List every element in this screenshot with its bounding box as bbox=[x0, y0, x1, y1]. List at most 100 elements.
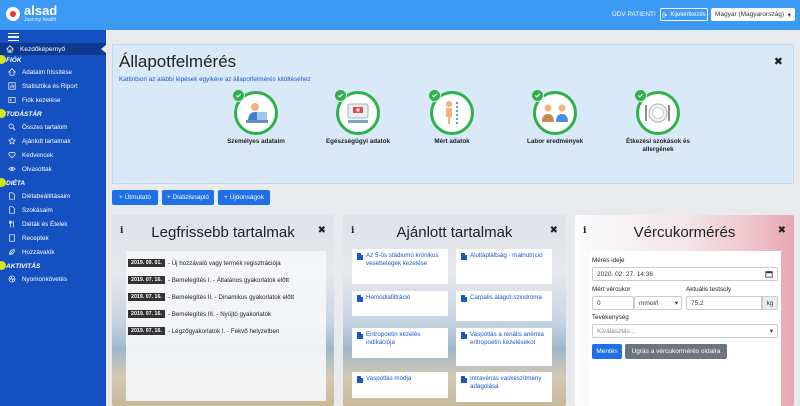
home-icon bbox=[5, 45, 15, 53]
leaf-icon bbox=[8, 248, 16, 256]
recommended-item[interactable]: Intravénás vaskészítmény adagolása bbox=[456, 372, 552, 402]
step-measured-data[interactable]: Mért adatok bbox=[407, 89, 497, 146]
check-icon bbox=[531, 89, 544, 102]
close-icon[interactable]: ✖ bbox=[778, 225, 786, 236]
top-bar: alsad Just my health ÜDV PATIENT! Kijele… bbox=[0, 0, 800, 30]
recommended-item[interactable]: Hemodiafiltráció bbox=[352, 291, 448, 316]
chevron-down-icon: ▾ bbox=[769, 328, 773, 335]
step-lab-results[interactable]: Labor eredmények bbox=[510, 89, 600, 146]
sidebar-item-home[interactable]: Kezdőképernyő bbox=[0, 43, 106, 55]
news-button[interactable]: + Újdonságok bbox=[218, 190, 270, 205]
chart-icon bbox=[8, 82, 16, 90]
personal-data-icon bbox=[246, 103, 268, 123]
guide-button[interactable]: + Útmutató bbox=[112, 190, 158, 205]
sidebar-item-all-content[interactable]: Összes tartalom bbox=[0, 121, 106, 133]
check-icon bbox=[634, 89, 647, 102]
language-select[interactable]: Magyar (Magyarország) ▾ bbox=[711, 8, 795, 21]
list-item[interactable]: 2019. 07. 16. - Bemelegítés III. - Nyújt… bbox=[126, 306, 326, 322]
logo-name: alsad bbox=[24, 3, 58, 18]
goto-glucose-page-button[interactable]: Ugrás a vércukormérés oldalra bbox=[625, 344, 727, 359]
document-icon bbox=[461, 376, 467, 383]
hamburger-menu-icon[interactable] bbox=[8, 33, 19, 41]
sidebar-section-account: FIÓK bbox=[0, 55, 22, 65]
sidebar-section-knowledge: TUDÁSTÁR bbox=[0, 109, 42, 119]
glucose-card: i Vércukormérés ✖ Mérés ideje 2020. 02. … bbox=[575, 215, 794, 406]
assessment-subtitle: Kattintson az alábbi lépések egyikére az… bbox=[119, 76, 311, 83]
check-icon bbox=[428, 89, 441, 102]
step-personal-data[interactable]: Személyes adataim bbox=[211, 89, 301, 146]
chevron-down-icon: ▾ bbox=[787, 11, 791, 19]
check-icon bbox=[334, 89, 347, 102]
close-icon[interactable]: ✖ bbox=[550, 225, 558, 236]
check-icon bbox=[232, 89, 245, 102]
assessment-title: Állapotfelmérés bbox=[119, 52, 237, 71]
activity-label: Tevékenység bbox=[592, 314, 629, 321]
plate-icon bbox=[645, 103, 670, 123]
recommended-item[interactable]: Alultápláltság - malnutríció bbox=[456, 249, 552, 284]
list-item[interactable]: 2019. 09. 01. - Új hozzávaló vagy termék… bbox=[126, 255, 326, 271]
latest-content-card: i Legfrissebb tartalmak ✖ 2019. 09. 01. … bbox=[112, 215, 334, 406]
sidebar-item-ingredients[interactable]: Hozzávalók bbox=[0, 246, 106, 258]
document-icon bbox=[357, 332, 363, 339]
step-eating-habits[interactable]: Étkezési szokások és allergének bbox=[613, 89, 703, 153]
body-measure-icon bbox=[446, 101, 458, 124]
logout-icon bbox=[662, 12, 668, 17]
sidebar-item-favorites[interactable]: Kedvencek bbox=[0, 149, 106, 161]
calendar-icon bbox=[765, 271, 773, 278]
sidebar-item-diet-settings[interactable]: Diétabeállításaim bbox=[0, 190, 106, 202]
measurement-time-input[interactable]: 2020. 02. 27. 14:36 bbox=[592, 267, 778, 281]
sidebar-item-statistics[interactable]: Statisztika és Riport bbox=[0, 80, 106, 92]
close-icon[interactable]: ✖ bbox=[774, 55, 783, 68]
document-icon bbox=[357, 295, 363, 302]
save-button[interactable]: Mentés bbox=[592, 344, 622, 359]
logout-button[interactable]: Kijelentkezés bbox=[660, 8, 708, 21]
doctor-patient-icon bbox=[542, 104, 568, 122]
glucose-input[interactable]: 0 bbox=[592, 296, 634, 310]
heart-icon bbox=[8, 151, 16, 159]
measurement-time-label: Mérés ideje bbox=[592, 257, 625, 264]
recommended-item[interactable]: Carpalis alagút-szindróma bbox=[456, 291, 552, 321]
latest-content-list: 2019. 09. 01. - Új hozzávaló vagy termék… bbox=[126, 251, 326, 401]
star-icon bbox=[8, 137, 16, 145]
sidebar-section-diet: DIÉTA bbox=[0, 178, 25, 188]
recommended-item[interactable]: Az 5-ös stádiumú krónikus vesebetegek ke… bbox=[352, 249, 448, 284]
document-icon bbox=[461, 295, 467, 302]
sidebar-item-update-data[interactable]: Adataim frissítése bbox=[0, 66, 106, 78]
list-item[interactable]: 2019. 07. 16. - Bemelegítés I. - Általán… bbox=[126, 272, 326, 288]
dialysis-log-button[interactable]: + Dializisnapló bbox=[162, 190, 214, 205]
eye-icon bbox=[8, 165, 16, 173]
sidebar-item-tracking[interactable]: Nyomonkövetés bbox=[0, 273, 106, 285]
book-icon bbox=[8, 234, 16, 242]
logout-label: Kijelentkezés bbox=[670, 11, 706, 18]
sidebar-item-habits[interactable]: Szokásaim bbox=[0, 204, 106, 216]
glucose-label: Mért vércukor bbox=[592, 286, 631, 293]
recommended-content-title: Ajánlott tartalmak bbox=[396, 224, 513, 241]
sidebar-item-recommended[interactable]: Ajánlott tartalmak bbox=[0, 135, 106, 147]
greeting: ÜDV PATIENT! bbox=[612, 11, 656, 18]
document-icon bbox=[357, 253, 363, 260]
document-icon bbox=[461, 253, 467, 260]
recommended-item[interactable]: Vaspótlás a renális anémia eritropoetin … bbox=[456, 328, 552, 366]
weight-input[interactable]: 75,2 bbox=[686, 296, 762, 310]
glucose-unit-select[interactable]: mmol/l ▾ bbox=[634, 296, 682, 310]
activity-select[interactable]: Kiválasztás... ▾ bbox=[592, 324, 778, 338]
sidebar-item-read[interactable]: Olvasottak bbox=[0, 163, 106, 175]
glucose-form: Mérés ideje 2020. 02. 27. 14:36 Mért vér… bbox=[589, 251, 781, 406]
logo[interactable]: alsad Just my health bbox=[6, 3, 58, 23]
document-icon bbox=[8, 192, 16, 200]
list-item[interactable]: 2019. 07. 16. - Bemelegítés II. - Dinami… bbox=[126, 289, 326, 305]
step-health-data[interactable]: Egészségügyi adatok bbox=[313, 89, 403, 146]
sidebar-item-account[interactable]: Fiók kezelése bbox=[0, 94, 106, 106]
close-icon[interactable]: ✖ bbox=[318, 225, 326, 236]
recommended-content-card: i Ajánlott tartalmak ✖ Az 5-ös stádiumú … bbox=[343, 215, 566, 406]
home-outline-icon bbox=[8, 68, 16, 76]
sidebar-item-recipes[interactable]: Receptek bbox=[0, 232, 106, 244]
recommended-item[interactable]: Vaspótlás módja bbox=[352, 372, 448, 398]
list-item[interactable]: 2019. 07. 16. - Légzőgyakorlatok I. - Fe… bbox=[126, 323, 326, 339]
medical-record-icon bbox=[347, 103, 369, 123]
latest-content-title: Legfrissebb tartalmak bbox=[151, 224, 295, 241]
sidebar-item-diets-meals[interactable]: Diéták és Ételek bbox=[0, 218, 106, 230]
language-value: Magyar (Magyarország) bbox=[715, 11, 784, 18]
id-card-icon bbox=[8, 96, 16, 104]
recommended-item[interactable]: Eritropoetin kezelés indikációja bbox=[352, 328, 448, 358]
